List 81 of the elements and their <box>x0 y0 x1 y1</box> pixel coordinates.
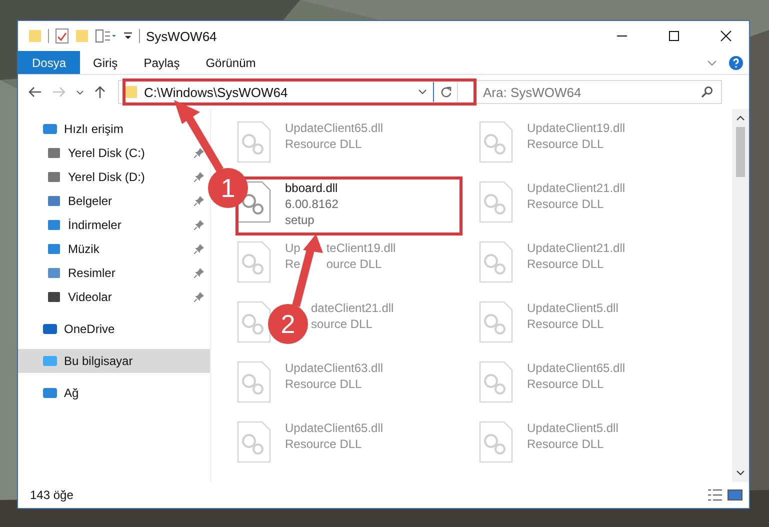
scrollbar[interactable] <box>732 109 749 482</box>
step-marker: 1 <box>208 168 248 208</box>
item-count: 143 öğe <box>30 488 74 502</box>
search-field[interactable]: Ara: SysWOW64 <box>474 80 722 104</box>
file-detail: Resource DLL <box>527 256 605 272</box>
file-detail: Resource DLL <box>527 376 605 392</box>
refresh-icon[interactable] <box>440 86 452 98</box>
file-detail: Re <box>285 256 300 272</box>
sidebar-icon <box>46 266 62 280</box>
chevron-down-icon[interactable] <box>76 90 84 94</box>
pin-icon[interactable] <box>194 244 204 254</box>
file-detail: Resource DLL <box>527 316 605 332</box>
file-name: UpdateClient5.dll <box>527 421 618 436</box>
sidebar-item[interactable]: OneDrive <box>18 317 210 341</box>
file-name: UpdateClient63.dll <box>285 361 384 376</box>
sidebar-icon <box>42 354 58 368</box>
sidebar-icon <box>46 242 62 256</box>
scroll-down-icon[interactable] <box>736 470 745 476</box>
file-name: bboard.dll <box>285 181 338 196</box>
file-detail: Resource DLL <box>285 376 363 392</box>
sidebar-item[interactable]: Bu bilgisayar <box>18 349 210 373</box>
pin-icon[interactable] <box>194 292 204 302</box>
sidebar-icon <box>46 170 62 184</box>
file-name: UpdateClient5.dll <box>527 301 618 316</box>
file-name: UpdateClient65.dll <box>527 361 626 376</box>
sidebar-item[interactable]: Müzik <box>18 237 210 261</box>
address-field[interactable]: C:\Windows\SysWOW64 <box>118 80 458 104</box>
file-detail: setup <box>285 212 316 228</box>
file-detail: Resource DLL <box>527 196 605 212</box>
step-marker: 2 <box>268 304 308 344</box>
help-icon[interactable] <box>729 56 743 70</box>
dropdown-icon[interactable] <box>123 31 133 41</box>
sidebar-icon <box>46 290 62 304</box>
file-name: UpdateClient21.dll <box>527 181 626 196</box>
file-detail: Resource DLL <box>527 436 605 452</box>
file-name: UpdateClient21.dll <box>527 241 626 256</box>
sidebar-icon <box>42 122 58 136</box>
back-arrow-icon[interactable] <box>28 86 42 98</box>
pin-icon[interactable] <box>194 196 204 206</box>
details-view-icon[interactable] <box>707 488 723 502</box>
sidebar-icon <box>46 194 62 208</box>
scroll-up-icon[interactable] <box>736 115 745 121</box>
sidebar-item[interactable]: Hızlı erişim <box>18 117 210 141</box>
chevron-down-icon[interactable] <box>418 89 427 95</box>
file-detail: 6.00.8162 <box>285 196 338 212</box>
up-arrow-icon[interactable] <box>94 85 106 99</box>
file-name: teClient19.dll <box>326 241 396 256</box>
file-detail: Resource DLL <box>527 136 605 152</box>
checklist-icon[interactable] <box>55 28 69 44</box>
sidebar-item[interactable]: Yerel Disk (C:) <box>18 141 210 165</box>
scroll-thumb[interactable] <box>736 127 745 177</box>
pin-icon[interactable] <box>194 220 204 230</box>
pin-icon[interactable] <box>194 268 204 278</box>
file-name: dateClient21.dll <box>311 301 394 316</box>
pin-icon[interactable] <box>194 172 204 182</box>
properties-icon[interactable] <box>95 29 117 43</box>
file-detail: Resource DLL <box>285 436 363 452</box>
window-title: SysWOW64 <box>146 28 217 44</box>
file-name: UpdateClient65.dll <box>285 421 384 436</box>
sidebar-icon <box>42 322 58 336</box>
sidebar-item[interactable]: Resimler <box>18 261 210 285</box>
sidebar-item[interactable]: İndirmeler <box>18 213 210 237</box>
thumbnail-view-icon[interactable] <box>727 488 743 502</box>
pin-icon[interactable] <box>194 148 204 158</box>
sidebar-item[interactable]: Videolar <box>18 285 210 309</box>
sidebar-icon <box>46 218 62 232</box>
file-detail: Resource DLL <box>285 136 363 152</box>
search-icon[interactable] <box>701 86 713 98</box>
ribbon-tab[interactable]: Dosya <box>18 51 80 74</box>
sidebar-icon <box>46 146 62 160</box>
folder-icon <box>124 85 138 99</box>
chevron-down-icon[interactable] <box>707 60 717 66</box>
file-detail: ource DLL <box>326 256 382 272</box>
file-detail: source DLL <box>311 316 372 332</box>
sidebar-item[interactable]: Belgeler <box>18 189 210 213</box>
sidebar-item[interactable]: Ağ <box>18 381 210 405</box>
sidebar-item[interactable]: Yerel Disk (D:) <box>18 165 210 189</box>
sidebar-icon <box>42 386 58 400</box>
file-name: UpdateClient19.dll <box>527 121 626 136</box>
file-name: Up <box>285 241 300 256</box>
file-name: UpdateClient65.dll <box>285 121 384 136</box>
